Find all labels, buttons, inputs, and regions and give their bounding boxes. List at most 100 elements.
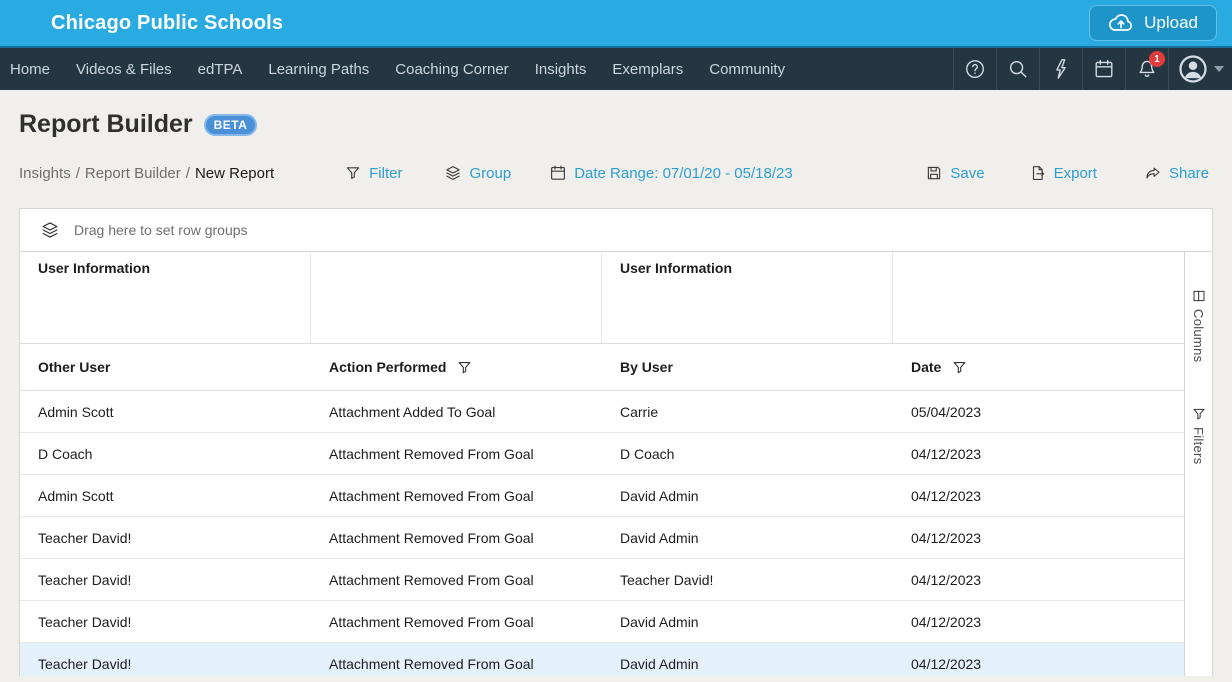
page-title: Report Builder <box>19 110 193 139</box>
grid-side-panel: Columns Filters <box>1184 252 1212 676</box>
table-cell: Admin Scott <box>20 488 311 504</box>
table-cell: 04/12/2023 <box>893 614 1184 630</box>
table-cell: David Admin <box>602 488 893 504</box>
column-header-row: Other User Action Performed By User Date <box>20 344 1184 391</box>
notifications-button[interactable]: 1 <box>1125 48 1168 90</box>
app-header: Chicago Public Schools Upload <box>0 0 1232 46</box>
group-label: Group <box>469 165 511 182</box>
column-group-empty <box>311 252 602 343</box>
upload-button[interactable]: Upload <box>1089 5 1217 41</box>
table-cell: Attachment Removed From Goal <box>311 656 602 672</box>
nav-item-insights[interactable]: Insights <box>522 61 600 78</box>
nav-item-edtpa[interactable]: edTPA <box>185 61 256 78</box>
group-button[interactable]: Group <box>444 164 511 182</box>
breadcrumb-report-builder[interactable]: Report Builder <box>85 165 181 182</box>
column-header-action-performed[interactable]: Action Performed <box>311 359 602 376</box>
date-range-button[interactable]: Date Range: 07/01/20 - 05/18/23 <box>549 164 793 182</box>
date-range-label: Date Range: 07/01/20 - 05/18/23 <box>574 165 793 182</box>
calendar-icon <box>549 164 567 182</box>
nav-item-community[interactable]: Community <box>696 61 798 78</box>
grid-area: User Information User Information Other … <box>20 252 1212 676</box>
column-header-label: Other User <box>38 359 110 375</box>
calendar-icon <box>1093 58 1115 80</box>
table-row[interactable]: Teacher David!Attachment Removed From Go… <box>20 517 1184 559</box>
avatar-icon <box>1178 54 1208 84</box>
breadcrumb-current: New Report <box>195 165 274 182</box>
row-group-drop-zone[interactable]: Drag here to set row groups <box>20 209 1212 252</box>
quick-actions-button[interactable] <box>1039 48 1082 90</box>
table-cell: 04/12/2023 <box>893 572 1184 588</box>
nav-item-home[interactable]: Home <box>10 61 63 78</box>
layers-icon <box>40 220 60 240</box>
side-tab-label: Columns <box>1191 309 1206 362</box>
nav-item-learning-paths[interactable]: Learning Paths <box>255 61 382 78</box>
table-cell: Attachment Removed From Goal <box>311 446 602 462</box>
table-row[interactable]: Teacher David!Attachment Removed From Go… <box>20 559 1184 601</box>
column-header-date[interactable]: Date <box>893 359 1184 376</box>
help-icon <box>964 58 986 80</box>
share-label: Share <box>1169 165 1209 182</box>
save-button[interactable]: Save <box>925 164 984 182</box>
column-group-header-row: User Information User Information <box>20 252 1184 344</box>
share-button[interactable]: Share <box>1144 164 1209 182</box>
breadcrumb-separator: / <box>71 165 85 182</box>
nav-item-coaching-corner[interactable]: Coaching Corner <box>382 61 521 78</box>
calendar-button[interactable] <box>1082 48 1125 90</box>
table-cell: Attachment Removed From Goal <box>311 572 602 588</box>
table-cell: 05/04/2023 <box>893 404 1184 420</box>
nav-icon-group: 1 <box>953 48 1232 90</box>
table-cell: Admin Scott <box>20 404 311 420</box>
main-nav: Home Videos & Files edTPA Learning Paths… <box>0 46 1232 90</box>
table-cell: David Admin <box>602 614 893 630</box>
page-title-row: Report Builder BETA <box>19 110 1213 139</box>
funnel-icon <box>344 164 362 182</box>
table-cell: Teacher David! <box>20 572 311 588</box>
filter-label: Filter <box>369 165 402 182</box>
nav-item-videos-files[interactable]: Videos & Files <box>63 61 185 78</box>
table-row[interactable]: D CoachAttachment Removed From GoalD Coa… <box>20 433 1184 475</box>
search-button[interactable] <box>996 48 1039 90</box>
breadcrumb: Insights/Report Builder/New Report <box>19 165 274 182</box>
save-label: Save <box>950 165 984 182</box>
table-row[interactable]: Teacher David!Attachment Removed From Go… <box>20 601 1184 643</box>
side-tab-filters[interactable]: Filters <box>1191 406 1207 465</box>
brand-title: Chicago Public Schools <box>51 12 283 35</box>
filter-button[interactable]: Filter <box>344 164 402 182</box>
column-header-by-user[interactable]: By User <box>602 359 893 375</box>
funnel-icon[interactable] <box>456 359 473 376</box>
save-icon <box>925 164 943 182</box>
notification-badge: 1 <box>1149 51 1165 67</box>
table-cell: 04/12/2023 <box>893 488 1184 504</box>
table-cell: 04/12/2023 <box>893 530 1184 546</box>
beta-badge: BETA <box>204 114 258 136</box>
column-header-label: Action Performed <box>329 359 446 375</box>
export-button[interactable]: Export <box>1029 164 1097 182</box>
table-row[interactable]: Admin ScottAttachment Removed From GoalD… <box>20 475 1184 517</box>
export-icon <box>1029 164 1047 182</box>
help-button[interactable] <box>953 48 996 90</box>
column-group-empty <box>893 252 1184 343</box>
table-cell: D Coach <box>20 446 311 462</box>
column-header-other-user[interactable]: Other User <box>20 359 311 375</box>
table-cell: Attachment Added To Goal <box>311 404 602 420</box>
grid-body: Admin ScottAttachment Added To GoalCarri… <box>20 391 1184 676</box>
table-cell: 04/12/2023 <box>893 446 1184 462</box>
report-toolbar: Insights/Report Builder/New Report Filte… <box>19 153 1213 193</box>
account-menu-button[interactable] <box>1168 48 1232 90</box>
table-cell: Carrie <box>602 404 893 420</box>
table-cell: Attachment Removed From Goal <box>311 530 602 546</box>
table-cell: Teacher David! <box>20 614 311 630</box>
table-row[interactable]: Teacher David!Attachment Removed From Go… <box>20 643 1184 676</box>
table-cell: Teacher David! <box>20 530 311 546</box>
breadcrumb-insights[interactable]: Insights <box>19 165 71 182</box>
column-group-user-information: User Information <box>20 252 311 343</box>
table-cell: 04/12/2023 <box>893 656 1184 672</box>
side-tab-columns[interactable]: Columns <box>1191 288 1207 362</box>
page-body: Report Builder BETA Insights/Report Buil… <box>0 110 1232 676</box>
side-tab-label: Filters <box>1191 427 1206 465</box>
drag-hint-label: Drag here to set row groups <box>74 222 248 238</box>
nav-item-exemplars[interactable]: Exemplars <box>599 61 696 78</box>
funnel-icon[interactable] <box>951 359 968 376</box>
table-row[interactable]: Admin ScottAttachment Added To GoalCarri… <box>20 391 1184 433</box>
column-group-user-information: User Information <box>602 252 893 343</box>
